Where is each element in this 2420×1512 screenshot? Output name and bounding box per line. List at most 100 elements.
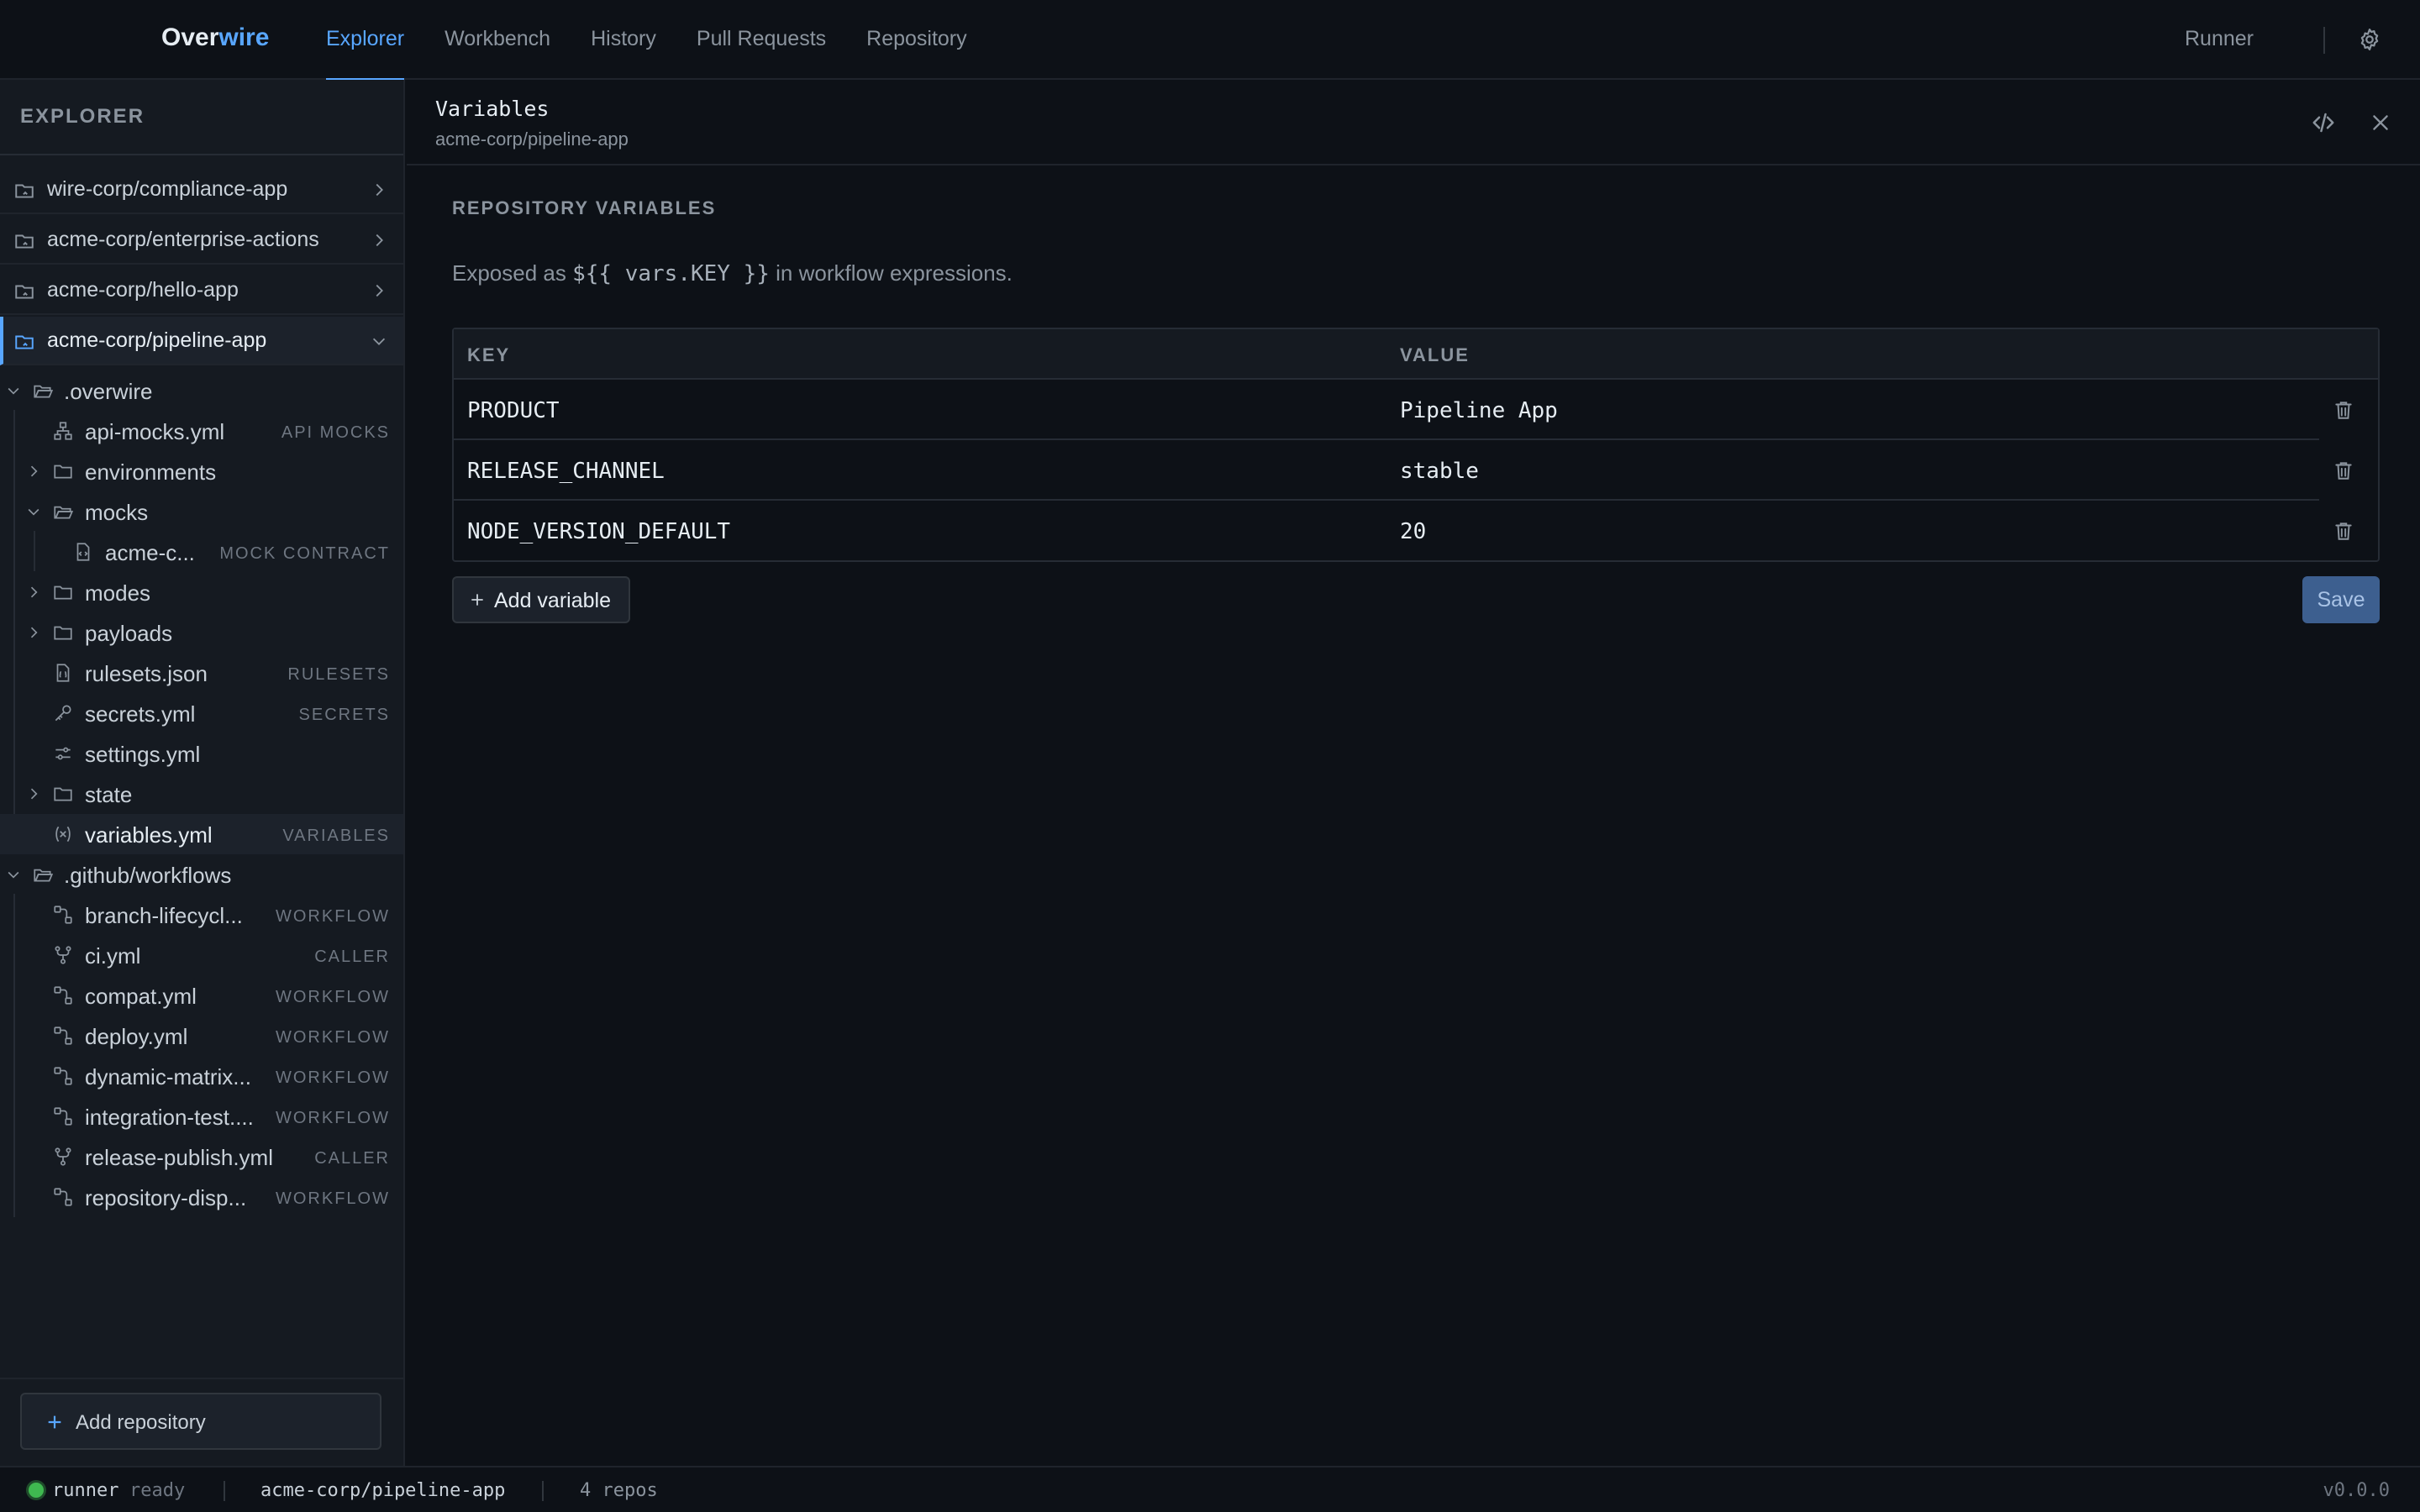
tree-label: modes [85, 580, 151, 606]
file-badge: MOCK CONTRACT [219, 544, 390, 563]
tree-file-mock-contract[interactable]: acme-c... MOCK CONTRACT [0, 532, 403, 572]
tree-file-rulesets[interactable]: rulesets.json RULESETS [0, 653, 403, 693]
tree-file-variables[interactable]: variables.yml VARIABLES [0, 814, 403, 854]
variable-key[interactable]: NODE_VERSION_DEFAULT [467, 519, 730, 544]
tree-label: .github/workflows [64, 863, 232, 888]
tab-explorer[interactable]: Explorer [326, 0, 405, 81]
tree-file-branch-lifecycle[interactable]: branch-lifecycl... WORKFLOW [0, 895, 403, 935]
trash-icon[interactable] [2333, 398, 2354, 422]
folder-icon [54, 626, 72, 640]
file-badge: WORKFLOW [276, 1068, 390, 1087]
status-repo[interactable]: acme-corp/pipeline-app [260, 1480, 505, 1501]
add-variable-button[interactable]: Add variable [452, 576, 630, 623]
trash-icon[interactable] [2333, 519, 2354, 543]
repo-icon [15, 285, 34, 299]
column-header-key: KEY [467, 344, 511, 365]
variable-value[interactable]: Pipeline App [1400, 398, 1558, 423]
variables-description: Exposed as ${{ vars.KEY }} in workflow e… [452, 260, 1013, 286]
tree-label: mocks [85, 500, 149, 525]
tree-label: environments [85, 459, 217, 485]
tab-repository[interactable]: Repository [866, 0, 967, 80]
tree-file-api-mocks[interactable]: api-mocks.yml API MOCKS [0, 411, 403, 451]
save-button[interactable]: Save [2302, 576, 2380, 623]
repo-item-hello-app[interactable]: acme-corp/hello-app [0, 266, 403, 315]
tree-file-integration-test[interactable]: integration-test.... WORKFLOW [0, 1096, 403, 1137]
runner-label: runner [52, 1480, 119, 1501]
chevron-right-icon [376, 284, 383, 297]
panel-title: Variables [435, 97, 550, 121]
folder-icon [54, 585, 72, 600]
chevron-down-icon [28, 508, 39, 516]
gear-icon[interactable] [2357, 27, 2382, 52]
tree-label: repository-disp... [85, 1185, 247, 1210]
tree-label: settings.yml [85, 742, 201, 767]
add-repository-label: Add repository [76, 1411, 206, 1434]
explorer-sidebar: EXPLORER wire-corp/compliance-app acme-c… [0, 80, 405, 1466]
tree-file-ci[interactable]: ci.yml CALLER [0, 935, 403, 975]
workflow-icon [54, 986, 72, 1005]
tree-folder-environments[interactable]: environments [0, 451, 403, 491]
key-icon [55, 705, 71, 722]
tree-folder-mocks[interactable]: mocks [0, 491, 403, 532]
repo-icon [15, 184, 34, 198]
close-icon[interactable] [2370, 112, 2391, 134]
brand-logo[interactable]: Overwire [161, 24, 269, 52]
tab-workbench[interactable]: Workbench [445, 0, 550, 80]
sliders-icon [55, 747, 71, 760]
tree-file-deploy[interactable]: deploy.yml WORKFLOW [0, 1016, 403, 1056]
divider [0, 154, 403, 155]
trash-icon[interactable] [2333, 459, 2354, 482]
tree-folder-payloads[interactable]: payloads [0, 612, 403, 653]
runner-status-dot [29, 1483, 44, 1498]
repo-item-enterprise-actions[interactable]: acme-corp/enterprise-actions [0, 216, 403, 265]
tree-file-settings[interactable]: settings.yml [0, 733, 403, 774]
file-badge: WORKFLOW [276, 1028, 390, 1047]
tree-folder-modes[interactable]: modes [0, 572, 403, 612]
variable-key[interactable]: PRODUCT [467, 398, 560, 423]
sidebar-title: EXPLORER [20, 105, 145, 128]
tree-file-repository-dispatch[interactable]: repository-disp... WORKFLOW [0, 1177, 403, 1217]
variable-value[interactable]: 20 [1400, 519, 1426, 544]
variable-value[interactable]: stable [1400, 459, 1479, 484]
tree-file-secrets[interactable]: secrets.yml SECRETS [0, 693, 403, 733]
status-version: v0.0.0 [2323, 1480, 2390, 1501]
chevron-right-icon [30, 465, 38, 477]
add-repository-button[interactable]: Add repository [20, 1393, 381, 1450]
tree-label: .overwire [64, 379, 153, 404]
table-row: NODE_VERSION_DEFAULT 20 [454, 501, 2378, 561]
repo-item-compliance-app[interactable]: wire-corp/compliance-app [0, 165, 403, 214]
file-badge: WORKFLOW [276, 988, 390, 1006]
tab-pull-requests[interactable]: Pull Requests [697, 0, 826, 80]
folder-open-icon [34, 869, 54, 882]
repo-label: acme-corp/pipeline-app [47, 328, 267, 352]
runner-link[interactable]: Runner [2185, 27, 2254, 51]
tree-label: compat.yml [85, 984, 197, 1009]
tree-folder-github-workflows[interactable]: .github/workflows [0, 854, 403, 895]
main-nav: Explorer Workbench History Pull Requests… [326, 0, 1007, 81]
workflow-icon [54, 906, 72, 924]
tree-folder-overwire[interactable]: .overwire [0, 370, 403, 411]
tree-file-compat[interactable]: compat.yml WORKFLOW [0, 975, 403, 1016]
file-badge: API MOCKS [281, 423, 390, 442]
tree-file-dynamic-matrix[interactable]: dynamic-matrix... WORKFLOW [0, 1056, 403, 1096]
plus-icon [48, 1415, 61, 1429]
code-view-icon[interactable] [2311, 110, 2336, 135]
add-variable-label: Add variable [494, 589, 611, 612]
table-row: PRODUCT Pipeline App [454, 380, 2378, 440]
tab-history[interactable]: History [591, 0, 656, 80]
chevron-down-icon [372, 338, 386, 345]
file-code-icon [76, 543, 90, 561]
table-header: KEY VALUE [454, 329, 2378, 380]
file-badge: SECRETS [298, 706, 390, 724]
brand-prefix: Over [161, 24, 219, 51]
tree-label: api-mocks.yml [85, 419, 225, 444]
tree-label: variables.yml [85, 822, 213, 848]
tree-file-release-publish[interactable]: release-publish.yml CALLER [0, 1137, 403, 1177]
top-divider [2323, 27, 2325, 54]
panel-subtitle: acme-corp/pipeline-app [435, 129, 629, 150]
variable-key[interactable]: RELEASE_CHANNEL [467, 459, 665, 484]
tree-folder-state[interactable]: state [0, 774, 403, 814]
tree-label: secrets.yml [85, 701, 196, 727]
repo-item-pipeline-app[interactable]: acme-corp/pipeline-app [0, 317, 403, 365]
variables-table: KEY VALUE PRODUCT Pipeline App RELEASE_C… [452, 328, 2380, 562]
